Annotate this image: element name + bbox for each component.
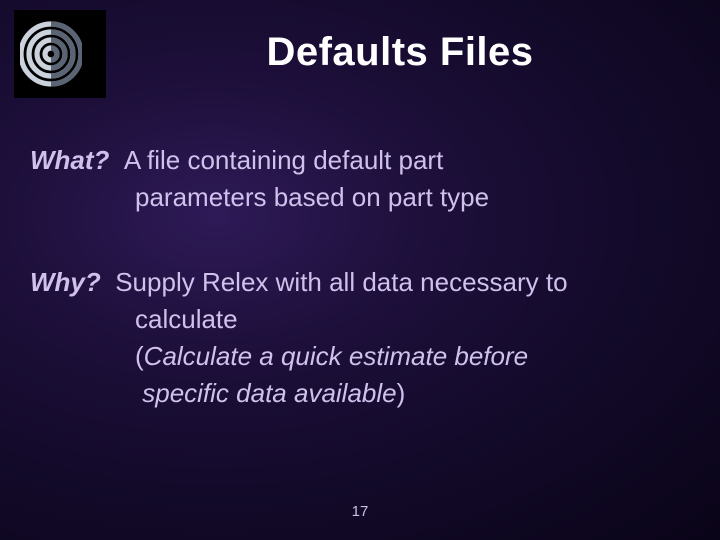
what-label: What? [30,145,109,175]
paren-open: ( [135,341,144,371]
why-block: Why? Supply Relex with all data necessar… [30,265,690,411]
why-line-2: calculate [30,302,690,337]
what-line-2: parameters based on part type [30,180,690,215]
why-line-4-em: specific data available [142,378,396,408]
why-line-4: specific data available) [30,376,690,411]
why-line-1: Why? Supply Relex with all data necessar… [30,265,690,300]
what-line-1: What? A file containing default part [30,143,690,178]
paren-close: ) [397,378,406,408]
why-line-3: (Calculate a quick estimate before [30,339,690,374]
why-line-3-em: Calculate a quick estimate before [144,341,528,371]
slide-body: What? A file containing default part par… [30,143,690,412]
slide: Defaults Files What? A file containing d… [0,0,720,540]
why-line-1-text: Supply Relex with all data necessary to [115,267,567,297]
page-number: 17 [0,503,720,520]
logo-icon [14,10,106,98]
what-line-1-text: A file containing default part [124,145,443,175]
what-block: What? A file containing default part par… [30,143,690,215]
why-label: Why? [30,267,101,297]
slide-title: Defaults Files [110,30,690,75]
